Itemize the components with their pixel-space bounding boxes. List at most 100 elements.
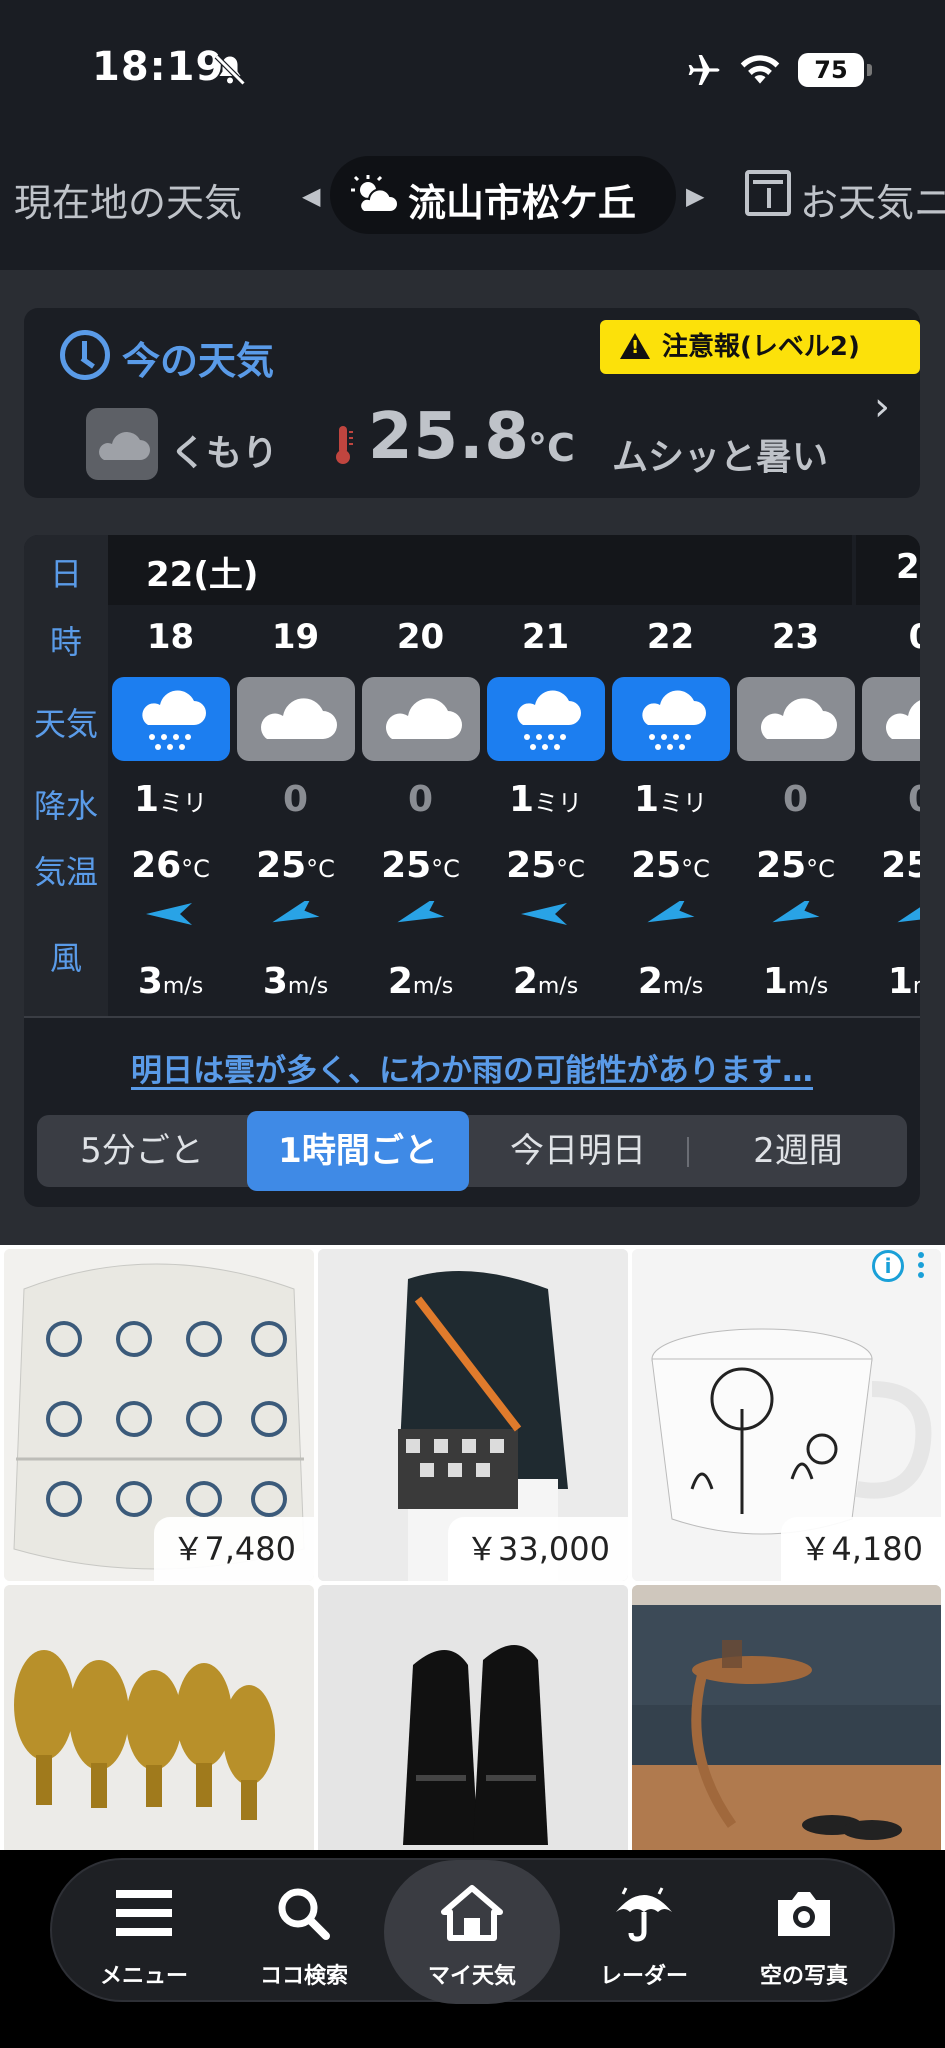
row-label-weather: 天気 (33, 705, 98, 743)
chevron-right-icon[interactable]: › (874, 384, 890, 430)
ad-more-icon[interactable] (914, 1250, 928, 1282)
hour-label: 18 (146, 617, 195, 657)
wind-speed-value: 2m/s (637, 961, 704, 1002)
ad-image-black-shoes (318, 1585, 628, 1850)
location-tabs: 現在地の天気 ◀ 流山市松ケ丘 ▶ お天気ニ (0, 130, 945, 270)
rain-icon (612, 677, 730, 761)
segment-2weeks[interactable]: 2週間 (689, 1115, 907, 1187)
current-weather-title: 今の天気 (122, 339, 275, 383)
hour-column[interactable]: 20 0 25°C 2m/s (358, 535, 483, 1017)
tab-next-arrow-icon[interactable]: ▶ (686, 182, 704, 210)
wind-direction-icon (647, 901, 695, 923)
bell-muted-icon (214, 54, 246, 86)
current-temperature: 25.8 (368, 400, 530, 474)
hour-column[interactable]: 22 1ミリ 25°C 2m/s (608, 535, 733, 1017)
nav-radar[interactable]: レーダー (564, 1860, 724, 2004)
condition-text: くもり (170, 433, 279, 474)
temp-value: 25°C (381, 845, 460, 886)
ad-price: ￥7,480 (154, 1517, 314, 1581)
hour-label: 22 (646, 617, 695, 657)
hour-column[interactable]: 23 0 25°C 1m/s (733, 535, 858, 1017)
thermometer-icon (336, 426, 353, 464)
ad-price: ￥4,180 (781, 1517, 941, 1581)
feels-like-text: ムシッと暑い (612, 437, 829, 478)
rain-icon (112, 677, 230, 761)
status-time: 18:19 (92, 44, 225, 90)
row-label-day: 日 (49, 555, 82, 593)
tab-active-label: 流山市松ケ丘 (408, 181, 637, 225)
rain-icon (487, 677, 605, 761)
menu-icon (116, 1890, 172, 1936)
alert-badge[interactable]: 注意報(レベル2) (600, 320, 920, 374)
row-label-precip: 降水 (33, 787, 98, 825)
hourly-forecast-card: 日 時 天気 降水 気温 風 22(土) 23( 181ミリ26°C3m/s19… (24, 535, 920, 1207)
row-label-temp: 気温 (33, 853, 98, 891)
cloud-icon (362, 677, 480, 761)
wind-speed-value: 3m/s (262, 961, 329, 1002)
temp-value: 25°C (256, 845, 335, 886)
wind-direction-icon (772, 901, 820, 923)
ad-item-mug[interactable]: ￥4,180 (632, 1249, 941, 1581)
interval-segmented-control: 5分ごと 1時間ごと 今日明日 2週間 (37, 1111, 907, 1191)
nav-menu[interactable]: メニュー (64, 1860, 224, 2004)
hour-label: 23 (771, 617, 820, 657)
clock-icon (60, 330, 110, 380)
segment-1hour[interactable]: 1時間ごと (247, 1111, 469, 1191)
hour-column[interactable]: 19 0 25°C 3m/s (233, 535, 358, 1017)
hour-label: 0 (858, 617, 920, 657)
hour-column[interactable]: 18 1ミリ 26°C 3m/s (108, 535, 233, 1017)
wind-speed-value: 2m/s (512, 961, 579, 1002)
nav-label: マイ天気 (427, 1964, 516, 1989)
search-icon (278, 1888, 330, 1940)
ad-item-box[interactable]: ￥7,480 (4, 1249, 314, 1581)
cloud-icon (737, 677, 855, 761)
ad-image-gold-mushrooms (4, 1585, 314, 1850)
tab-prev-arrow-icon[interactable]: ◀ (302, 182, 320, 210)
umbrella-icon (616, 1887, 672, 1942)
hour-column[interactable]: 21 1ミリ 25°C 2m/s (483, 535, 608, 1017)
current-weather-card[interactable]: 今の天気 注意報(レベル2) › くもり 25.8 °C ムシッと暑い (24, 308, 920, 498)
precip-value: 1ミリ (508, 779, 583, 820)
ad-item-mushrooms[interactable] (4, 1585, 314, 1850)
camera-icon (778, 1892, 830, 1936)
ad-item-table[interactable] (632, 1585, 941, 1850)
row-label-wind: 風 (49, 939, 82, 977)
battery-indicator: 75 (798, 53, 872, 87)
ad-item-bag[interactable]: ￥33,000 (318, 1249, 628, 1581)
airplane-icon (688, 55, 720, 85)
temperature-unit: °C (528, 426, 575, 470)
tab-current-location[interactable]: 現在地の天気 (14, 172, 242, 227)
precip-value: 0 (858, 779, 920, 820)
forecast-summary-link[interactable]: 明日は雲が多く、にわか雨の可能性があります… (24, 1045, 920, 1090)
ad-info-icon[interactable]: i (872, 1250, 904, 1282)
temp-value: 25°C (756, 845, 835, 886)
temp-value: 25°C (506, 845, 585, 886)
tab-active-location[interactable]: 流山市松ケ丘 (330, 156, 676, 234)
hour-label: 21 (521, 617, 570, 657)
nav-label: ココ検索 (259, 1964, 348, 1989)
wind-direction-icon (272, 901, 320, 923)
segment-5min[interactable]: 5分ごと (37, 1115, 247, 1187)
home-icon (441, 1885, 503, 1941)
wind-direction-icon (397, 901, 445, 923)
ad-item-shoes[interactable] (318, 1585, 628, 1850)
news-icon[interactable] (745, 170, 791, 216)
wind-direction-icon (521, 903, 567, 925)
hour-column[interactable]: 0 0 25°C 1m/s (858, 535, 920, 1017)
tab-weather-news[interactable]: お天気ニ (800, 172, 945, 227)
nav-label: メニュー (99, 1964, 188, 1989)
ad-image-side-table (632, 1585, 941, 1850)
nav-my-weather[interactable]: マイ天気 (384, 1860, 560, 2004)
precip-value: 1ミリ (133, 779, 208, 820)
hour-label: 20 (396, 617, 445, 657)
nav-sky-photos[interactable]: 空の写真 (724, 1860, 884, 2004)
cloud-icon (237, 677, 355, 761)
status-bar: 18:19 75 (0, 0, 945, 130)
wind-speed-value: 1m/s (762, 961, 829, 1002)
segment-today-tomorrow[interactable]: 今日明日 (469, 1115, 687, 1187)
nav-search[interactable]: ココ検索 (224, 1860, 384, 2004)
wind-direction-icon (146, 903, 192, 925)
divider (24, 1016, 920, 1018)
temp-value: 25°C (881, 845, 920, 886)
warning-icon (620, 333, 650, 359)
